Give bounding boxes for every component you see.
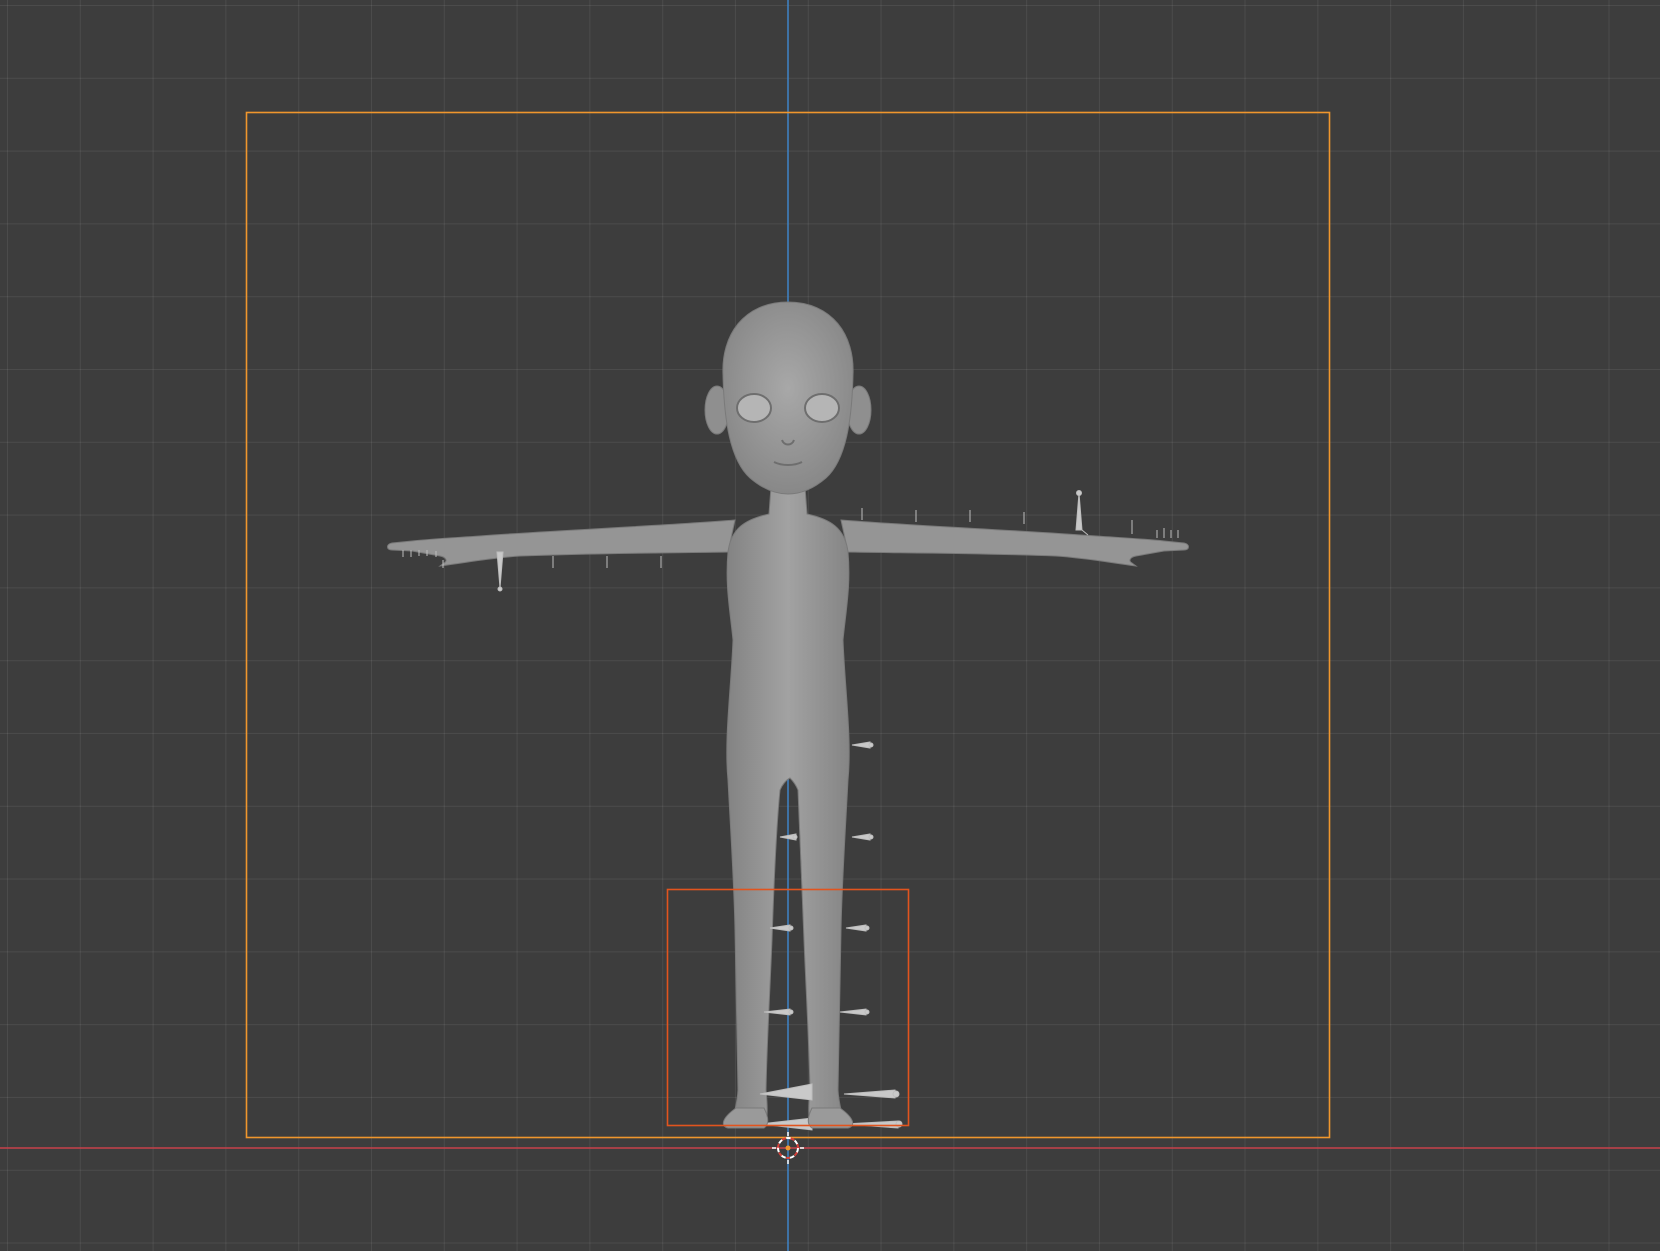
right-eye <box>804 393 840 423</box>
bone-head <box>864 1009 870 1015</box>
bone-head <box>864 925 870 931</box>
bone <box>1081 529 1089 536</box>
bone <box>759 1083 813 1101</box>
bone <box>851 833 871 841</box>
bone <box>769 924 791 932</box>
bone-head <box>497 586 503 592</box>
bone <box>851 741 871 749</box>
bone-head <box>788 1009 794 1015</box>
bone <box>843 1089 896 1099</box>
viewport-scene[interactable] <box>0 0 1660 1251</box>
right-arm <box>840 519 1189 567</box>
bone-head <box>892 1090 900 1098</box>
3d-viewport[interactable] <box>0 0 1660 1251</box>
bone <box>496 551 504 589</box>
bone <box>1075 492 1083 531</box>
bone-head <box>792 834 798 840</box>
bone-head <box>868 742 874 748</box>
bone <box>839 1008 867 1016</box>
bone-head <box>1076 490 1082 496</box>
left-eye <box>736 393 772 423</box>
bone-head <box>788 925 794 931</box>
head <box>704 301 872 495</box>
bone-head <box>868 834 874 840</box>
bone <box>845 924 867 932</box>
left-arm <box>387 519 736 567</box>
